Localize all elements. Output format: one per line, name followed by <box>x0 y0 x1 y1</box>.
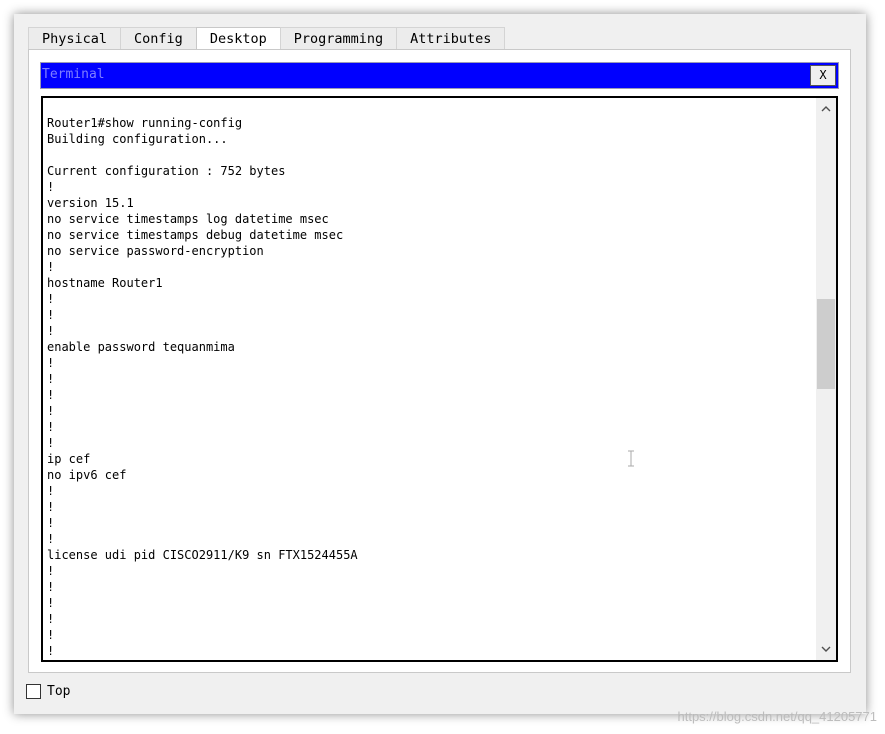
terminal-line: Current configuration : 752 bytes <box>47 164 286 178</box>
terminal-line: ! <box>47 260 55 274</box>
terminal-line: no service password-encryption <box>47 244 264 258</box>
terminal-line: no service timestamps log datetime msec <box>47 212 329 226</box>
close-button[interactable]: X <box>810 65 836 86</box>
terminal-line: Router1#show running-config <box>47 116 243 130</box>
terminal-line: ! <box>47 628 55 642</box>
terminal-titlebar: Terminal X <box>40 62 839 89</box>
terminal-line: no ipv6 cef <box>47 468 127 482</box>
terminal-line: ! <box>47 388 55 402</box>
top-checkbox-label: Top <box>47 684 71 699</box>
terminal-line: ! <box>47 644 55 658</box>
terminal-line: version 15.1 <box>47 196 134 210</box>
terminal-line: ! <box>47 564 55 578</box>
terminal-line: ! <box>47 516 55 530</box>
terminal-line: ! <box>47 484 55 498</box>
watermark: https://blog.csdn.net/qq_41205771 <box>677 709 878 724</box>
tab-desktop[interactable]: Desktop <box>195 27 281 50</box>
tab-bar: Physical Config Desktop Programming Attr… <box>28 27 506 50</box>
terminal-line: ! <box>47 580 55 594</box>
terminal-line: ! <box>47 356 55 370</box>
terminal-line: ! <box>47 180 55 194</box>
scrollbar-thumb[interactable] <box>817 299 835 389</box>
terminal-line: ! <box>47 596 55 610</box>
terminal-output[interactable]: Router1#show running-config Building conf… <box>41 96 838 662</box>
terminal-line: ! <box>47 308 55 322</box>
top-checkbox[interactable] <box>26 684 41 699</box>
terminal-line: hostname Router1 <box>47 276 163 290</box>
terminal-line: ! <box>47 324 55 338</box>
tab-programming[interactable]: Programming <box>279 27 398 49</box>
terminal-line: enable password tequanmima <box>47 340 235 354</box>
terminal-line: ! <box>47 500 55 514</box>
scroll-up-button[interactable] <box>816 100 836 118</box>
terminal-line: ! <box>47 436 55 450</box>
terminal-line: ! <box>47 612 55 626</box>
terminal-line: ! <box>47 292 55 306</box>
terminal-title: Terminal <box>42 67 105 82</box>
top-option: Top <box>26 684 70 699</box>
terminal-line: no service timestamps debug datetime mse… <box>47 228 344 242</box>
tab-config[interactable]: Config <box>120 27 197 49</box>
vertical-scrollbar[interactable] <box>816 98 836 660</box>
device-window: Physical Config Desktop Programming Attr… <box>14 14 866 714</box>
terminal-text[interactable]: Router1#show running-config Building conf… <box>47 115 812 659</box>
terminal-line: ! <box>47 372 55 386</box>
terminal-line: ! <box>47 404 55 418</box>
tab-physical[interactable]: Physical <box>28 27 122 49</box>
scroll-down-button[interactable] <box>816 640 836 658</box>
terminal-line: ! <box>47 532 55 546</box>
desktop-panel: Terminal X Router1#show running-config Bu… <box>28 49 851 673</box>
terminal-line: license udi pid CISCO2911/K9 sn FTX15244… <box>47 548 358 562</box>
chevron-up-icon <box>821 106 831 112</box>
terminal-line: ! <box>47 420 55 434</box>
terminal-line: ip cef <box>47 452 91 466</box>
terminal-line: Building configuration... <box>47 132 228 146</box>
tab-attributes[interactable]: Attributes <box>396 27 506 49</box>
chevron-down-icon <box>821 646 831 652</box>
text-cursor-icon <box>628 450 634 467</box>
